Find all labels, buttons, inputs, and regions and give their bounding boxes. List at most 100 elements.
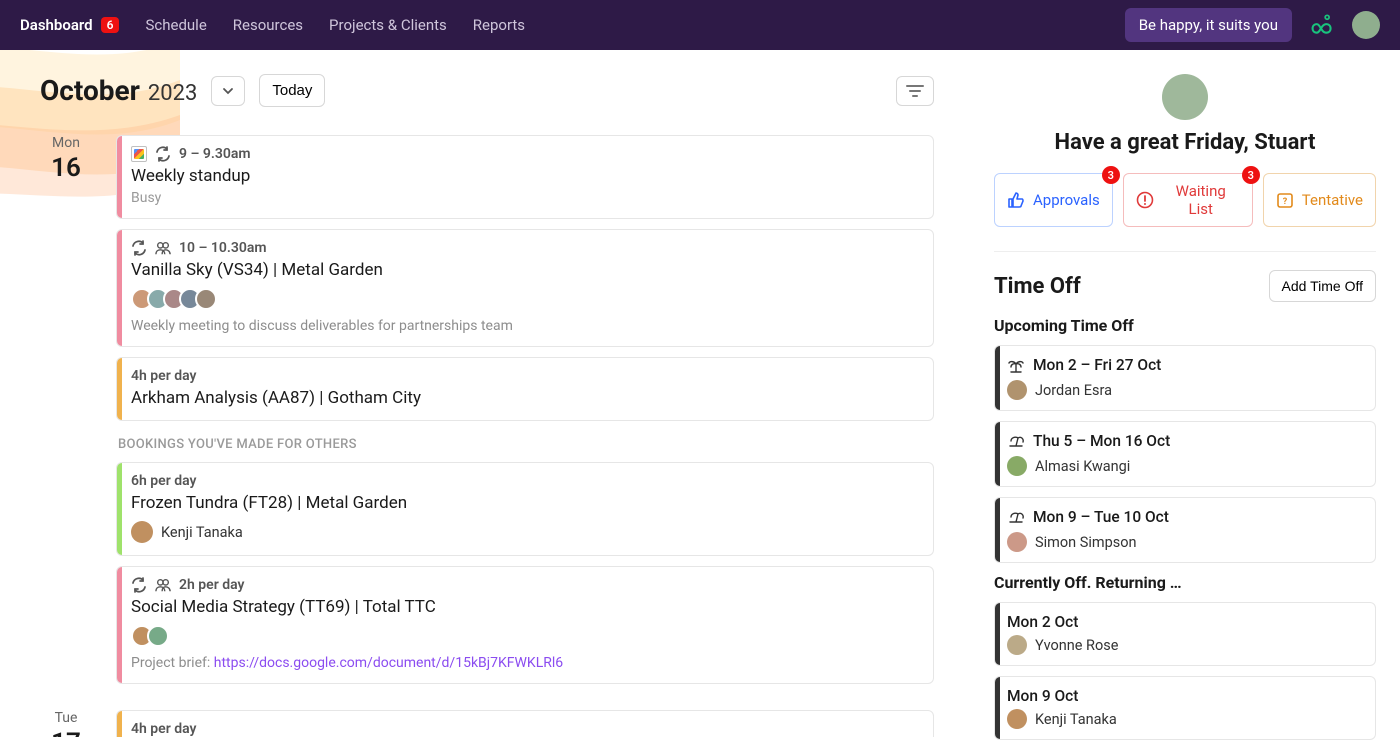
assignee-name: Kenji Tanaka [161, 524, 243, 541]
range-text: Thu 5 – Mon 16 Oct [1033, 432, 1170, 450]
nav-right: Be happy, it suits you [1125, 8, 1380, 42]
timeoff-card[interactable]: Mon 2 – Fri 27 Oct Jordan Esra [994, 345, 1376, 411]
timeoff-who: Yvonne Rose [1007, 635, 1363, 655]
nav-label: Projects & Clients [329, 16, 447, 34]
profile-avatar[interactable] [1162, 74, 1208, 120]
sidebar: Have a great Friday, Stuart Approvals 3 … [970, 50, 1400, 737]
stripe [995, 677, 1000, 739]
divider [994, 251, 1376, 252]
nav-label: Schedule [145, 16, 206, 34]
desc-prefix: Project brief: [131, 655, 214, 671]
card-title: Weekly standup [131, 166, 919, 186]
timeoff-heading: Time Off [994, 274, 1081, 299]
who-name: Kenji Tanaka [1035, 711, 1117, 728]
thumbs-up-icon [1007, 191, 1025, 209]
beach-icon [1007, 432, 1025, 450]
pill-label: Waiting List [1162, 182, 1240, 218]
who-name: Yvonne Rose [1035, 637, 1118, 654]
main-header: October 2023 Today [40, 74, 970, 107]
participant-avatar [195, 288, 217, 310]
stripe [117, 567, 122, 683]
card-meta: 2h per day [131, 577, 919, 593]
stripe [117, 711, 122, 737]
assignee: Kenji Tanaka [131, 521, 919, 543]
stripe [995, 346, 1000, 410]
nav-projects[interactable]: Projects & Clients [329, 16, 447, 34]
range-text: Mon 2 Oct [1007, 613, 1078, 631]
stripe [995, 498, 1000, 562]
card-sub: Busy [131, 190, 919, 206]
waiting-pill[interactable]: Waiting List 3 [1123, 173, 1253, 227]
who-avatar [1007, 456, 1027, 476]
people-icon [155, 240, 171, 256]
event-card[interactable]: 2h per day Social Media Strategy (TT69) … [116, 566, 934, 684]
timeoff-who: Almasi Kwangi [1007, 456, 1363, 476]
stripe [117, 136, 122, 218]
chevron-down-icon [221, 84, 235, 98]
card-time: 6h per day [131, 473, 196, 489]
nav-dashboard[interactable]: Dashboard 6 [20, 16, 119, 34]
card-meta: 4h per day [131, 721, 919, 737]
stripe [995, 603, 1000, 665]
cards-column: 4h per day Arkham Analysis (AA87) | Goth… [116, 710, 934, 737]
day-label: Tue 17 [40, 710, 92, 737]
event-card[interactable]: 9 – 9.30am Weekly standup Busy [116, 135, 934, 219]
event-card[interactable]: 4h per day Arkham Analysis (AA87) | Goth… [116, 357, 934, 421]
timeoff-card[interactable]: Mon 9 – Tue 10 Oct Simon Simpson [994, 497, 1376, 563]
event-card[interactable]: 6h per day Frozen Tundra (FT28) | Metal … [116, 462, 934, 556]
timeoff-who: Simon Simpson [1007, 532, 1363, 552]
range-text: Mon 9 Oct [1007, 687, 1078, 705]
tentative-pill[interactable]: ? Tentative [1263, 173, 1376, 227]
card-time: 9 – 9.30am [179, 146, 251, 162]
card-desc: Weekly meeting to discuss deliverables f… [131, 318, 919, 334]
card-meta: 9 – 9.30am [131, 146, 919, 162]
approvals-pill[interactable]: Approvals 3 [994, 173, 1113, 227]
participants [131, 625, 919, 647]
participant-avatar [147, 625, 169, 647]
who-name: Almasi Kwangi [1035, 458, 1130, 475]
day-number: 16 [40, 153, 92, 183]
sidebar-top: Have a great Friday, Stuart Approvals 3 … [994, 74, 1376, 227]
dow: Mon [40, 135, 92, 151]
recur-icon [131, 577, 147, 593]
stripe [117, 463, 122, 555]
user-avatar[interactable] [1352, 11, 1380, 39]
card-desc: Project brief: https://docs.google.com/d… [131, 655, 919, 671]
cards-column: 9 – 9.30am Weekly standup Busy 10 – 10.3… [116, 135, 934, 684]
recur-icon [131, 240, 147, 256]
nav-reports[interactable]: Reports [473, 16, 525, 34]
timeoff-card[interactable]: Mon 2 Oct Yvonne Rose [994, 602, 1376, 666]
timeoff-card[interactable]: Mon 9 Oct Kenji Tanaka [994, 676, 1376, 740]
month-label: October [40, 74, 140, 107]
card-time: 2h per day [179, 577, 244, 593]
card-title: Vanilla Sky (VS34) | Metal Garden [131, 260, 919, 280]
nav-schedule[interactable]: Schedule [145, 16, 206, 34]
card-meta: 6h per day [131, 473, 919, 489]
year-label: 2023 [148, 81, 197, 106]
add-timeoff-button[interactable]: Add Time Off [1269, 270, 1376, 302]
filter-button[interactable] [896, 76, 934, 106]
card-time: 4h per day [131, 368, 196, 384]
brief-link[interactable]: https://docs.google.com/document/d/15kBj… [214, 655, 563, 671]
participants [131, 288, 919, 310]
event-card[interactable]: 10 – 10.30am Vanilla Sky (VS34) | Metal … [116, 229, 934, 347]
event-card[interactable]: 4h per day Arkham Analysis (AA87) | Goth… [116, 710, 934, 737]
who-avatar [1007, 635, 1027, 655]
returning-heading: Currently Off. Returning … [994, 573, 1376, 592]
assignee-avatar [131, 521, 153, 543]
timeoff-card[interactable]: Thu 5 – Mon 16 Oct Almasi Kwangi [994, 421, 1376, 487]
be-happy-button[interactable]: Be happy, it suits you [1125, 8, 1292, 42]
recur-icon [155, 146, 171, 162]
stripe [995, 422, 1000, 486]
who-avatar [1007, 709, 1027, 729]
nav-resources[interactable]: Resources [233, 16, 303, 34]
infinity-icon[interactable] [1310, 13, 1334, 37]
month-picker-button[interactable] [211, 76, 245, 106]
main-panel: October 2023 Today Mon 16 [0, 50, 970, 737]
who-name: Simon Simpson [1035, 534, 1136, 551]
today-button[interactable]: Today [259, 74, 325, 107]
nav-label: Reports [473, 16, 525, 34]
top-nav: Dashboard 6 Schedule Resources Projects … [0, 0, 1400, 50]
pill-count: 3 [1102, 166, 1120, 184]
people-icon [155, 577, 171, 593]
